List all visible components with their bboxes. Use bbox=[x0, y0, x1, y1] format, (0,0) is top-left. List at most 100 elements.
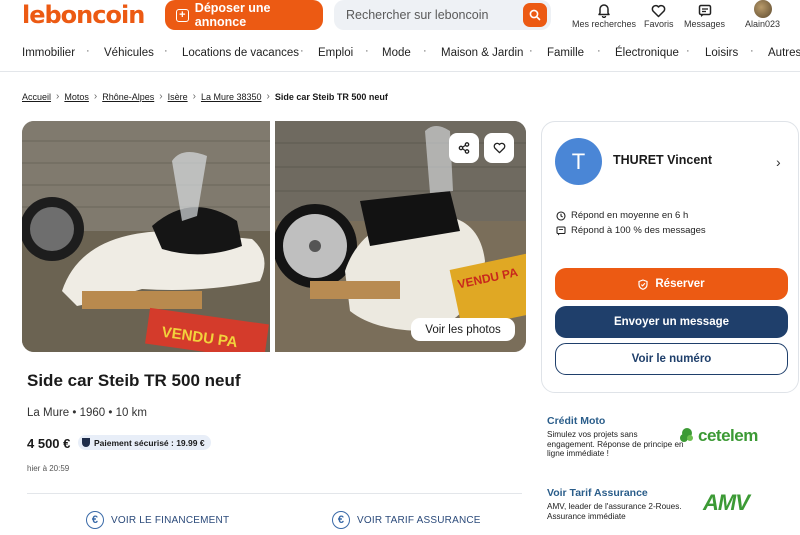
separator-dot: · bbox=[686, 45, 690, 57]
financing-link[interactable]: € VOIR LE FINANCEMENT bbox=[86, 511, 229, 529]
seller-name[interactable]: THURET Vincent bbox=[613, 153, 712, 167]
heart-icon bbox=[493, 142, 505, 154]
promo-title[interactable]: Voir Tarif Assurance bbox=[547, 487, 687, 499]
category-item[interactable]: Maison & Jardin bbox=[441, 47, 523, 59]
breadcrumb-link[interactable]: Motos bbox=[64, 92, 89, 102]
separator-dot: · bbox=[750, 45, 754, 57]
nav-label: Favoris bbox=[644, 19, 674, 29]
message-icon bbox=[698, 4, 711, 17]
message-icon bbox=[556, 225, 566, 235]
ad-title: Side car Steib TR 500 neuf bbox=[27, 371, 241, 390]
category-item[interactable]: Locations de vacances bbox=[182, 47, 299, 59]
breadcrumb-current: Side car Steib TR 500 neuf bbox=[274, 91, 388, 102]
header-divider bbox=[0, 71, 800, 72]
cetelem-wordmark: cetelem bbox=[698, 426, 758, 445]
leboncoin-logo[interactable]: leboncoin bbox=[22, 1, 145, 29]
breadcrumb-link[interactable]: Isère bbox=[168, 92, 188, 102]
share-button[interactable] bbox=[449, 133, 479, 163]
favorite-button[interactable] bbox=[484, 133, 514, 163]
seller-response-time: Répond en moyenne en 6 h bbox=[556, 210, 688, 221]
seller-response-rate: Répond à 100 % des messages bbox=[556, 225, 706, 236]
see-photos-button[interactable]: Voir les photos bbox=[411, 318, 515, 341]
heart-icon bbox=[651, 4, 666, 18]
post-ad-label: Déposer une annonce bbox=[194, 1, 271, 29]
category-item[interactable]: Autres bbox=[768, 47, 800, 59]
chevron-right-icon[interactable]: › bbox=[776, 154, 781, 170]
ad-meta: La Mure • 1960 • 10 km bbox=[27, 407, 147, 419]
euro-icon: € bbox=[86, 511, 104, 529]
promo-title[interactable]: Crédit Moto bbox=[547, 415, 687, 427]
breadcrumb-link[interactable]: Accueil bbox=[22, 92, 51, 102]
nav-messages[interactable]: Messages bbox=[684, 0, 725, 29]
financing-label: VOIR LE FINANCEMENT bbox=[111, 514, 230, 526]
response-time-label: Répond en moyenne en 6 h bbox=[571, 210, 689, 221]
share-icon bbox=[458, 142, 470, 154]
seller-avatar[interactable]: T bbox=[555, 138, 602, 185]
section-divider bbox=[27, 493, 522, 494]
show-phone-button[interactable]: Voir le numéro bbox=[555, 343, 788, 375]
category-nav: Immobilier · Véhicules · Locations de va… bbox=[0, 44, 800, 66]
category-item[interactable]: Emploi bbox=[318, 47, 353, 59]
response-rate-label: Répond à 100 % des messages bbox=[571, 225, 706, 236]
search-bar bbox=[334, 0, 551, 30]
euro-icon: € bbox=[332, 511, 350, 529]
chevron-right-icon: › bbox=[192, 91, 196, 102]
category-item[interactable]: Loisirs bbox=[705, 47, 738, 59]
category-item[interactable]: Famille bbox=[547, 47, 584, 59]
separator-dot: · bbox=[365, 45, 369, 57]
separator-dot: · bbox=[423, 45, 427, 57]
nav-account[interactable]: Alain023 bbox=[745, 0, 780, 29]
reserve-label: Réserver bbox=[655, 278, 705, 290]
promo-text: Simulez vos projets sans engagement. Rép… bbox=[547, 430, 684, 458]
separator-dot: · bbox=[86, 45, 90, 57]
promo-insurance[interactable]: Voir Tarif Assurance AMV, leader de l'as… bbox=[547, 487, 687, 521]
insurance-link[interactable]: € VOIR TARIF ASSURANCE bbox=[332, 511, 481, 529]
chevron-right-icon: › bbox=[266, 91, 270, 102]
category-item[interactable]: Mode bbox=[382, 47, 411, 59]
cetelem-leaf-icon bbox=[680, 428, 693, 442]
breadcrumb: Accueil › Motos › Rhône-Alpes › Isère › … bbox=[22, 91, 388, 102]
amv-logo: AMV bbox=[703, 490, 750, 515]
reserve-button[interactable]: Réserver bbox=[555, 268, 788, 300]
shield-check-icon bbox=[638, 278, 648, 290]
breadcrumb-link[interactable]: La Mure 38350 bbox=[201, 92, 262, 102]
separator-dot: · bbox=[529, 45, 533, 57]
seller-card: T THURET Vincent › Répond en moyenne en … bbox=[541, 121, 799, 393]
cetelem-logo: cetelem bbox=[679, 426, 758, 446]
search-input[interactable] bbox=[346, 8, 516, 22]
promo-text: AMV, leader de l'assurance 2-Roues. Assu… bbox=[547, 502, 682, 521]
ad-date: hier à 20:59 bbox=[27, 464, 70, 473]
nav-favorites[interactable]: Favoris bbox=[644, 0, 674, 29]
nav-my-searches[interactable]: Mes recherches bbox=[572, 0, 636, 29]
breadcrumb-link[interactable]: Rhône-Alpes bbox=[102, 92, 154, 102]
top-header: leboncoin + Déposer une annonce Mes rech… bbox=[0, 0, 800, 40]
secure-payment-label: Paiement sécurisé : 19.99 € bbox=[94, 437, 205, 448]
search-button[interactable] bbox=[523, 3, 547, 27]
ad-price: 4 500 € bbox=[27, 436, 71, 451]
search-icon bbox=[529, 9, 541, 21]
bell-icon bbox=[598, 4, 610, 18]
category-item[interactable]: Véhicules bbox=[104, 47, 154, 59]
send-message-button[interactable]: Envoyer un message bbox=[555, 306, 788, 338]
chevron-right-icon: › bbox=[56, 91, 60, 102]
post-ad-button[interactable]: + Déposer une annonce bbox=[165, 0, 323, 30]
category-item[interactable]: Électronique bbox=[615, 47, 679, 59]
chevron-right-icon: › bbox=[93, 91, 98, 102]
nav-label: Messages bbox=[684, 19, 726, 29]
nav-label: Alain023 bbox=[745, 19, 781, 29]
ad-photo-main[interactable]: VENDU PA bbox=[22, 121, 270, 352]
clock-icon bbox=[556, 210, 566, 221]
chevron-right-icon: › bbox=[159, 91, 163, 102]
plus-icon: + bbox=[176, 8, 189, 22]
category-item[interactable]: Immobilier bbox=[22, 47, 75, 59]
insurance-label: VOIR TARIF ASSURANCE bbox=[357, 514, 481, 526]
shield-icon bbox=[82, 438, 90, 447]
sidecar-photo-illustration: VENDU PA bbox=[22, 121, 270, 352]
secure-payment-badge: Paiement sécurisé : 19.99 € bbox=[78, 435, 211, 450]
avatar bbox=[753, 0, 772, 18]
separator-dot: · bbox=[300, 45, 304, 57]
separator-dot: · bbox=[597, 45, 601, 57]
promo-credit[interactable]: Crédit Moto Simulez vos projets sans eng… bbox=[547, 415, 687, 459]
nav-label: Mes recherches bbox=[572, 19, 637, 29]
separator-dot: · bbox=[164, 45, 168, 57]
